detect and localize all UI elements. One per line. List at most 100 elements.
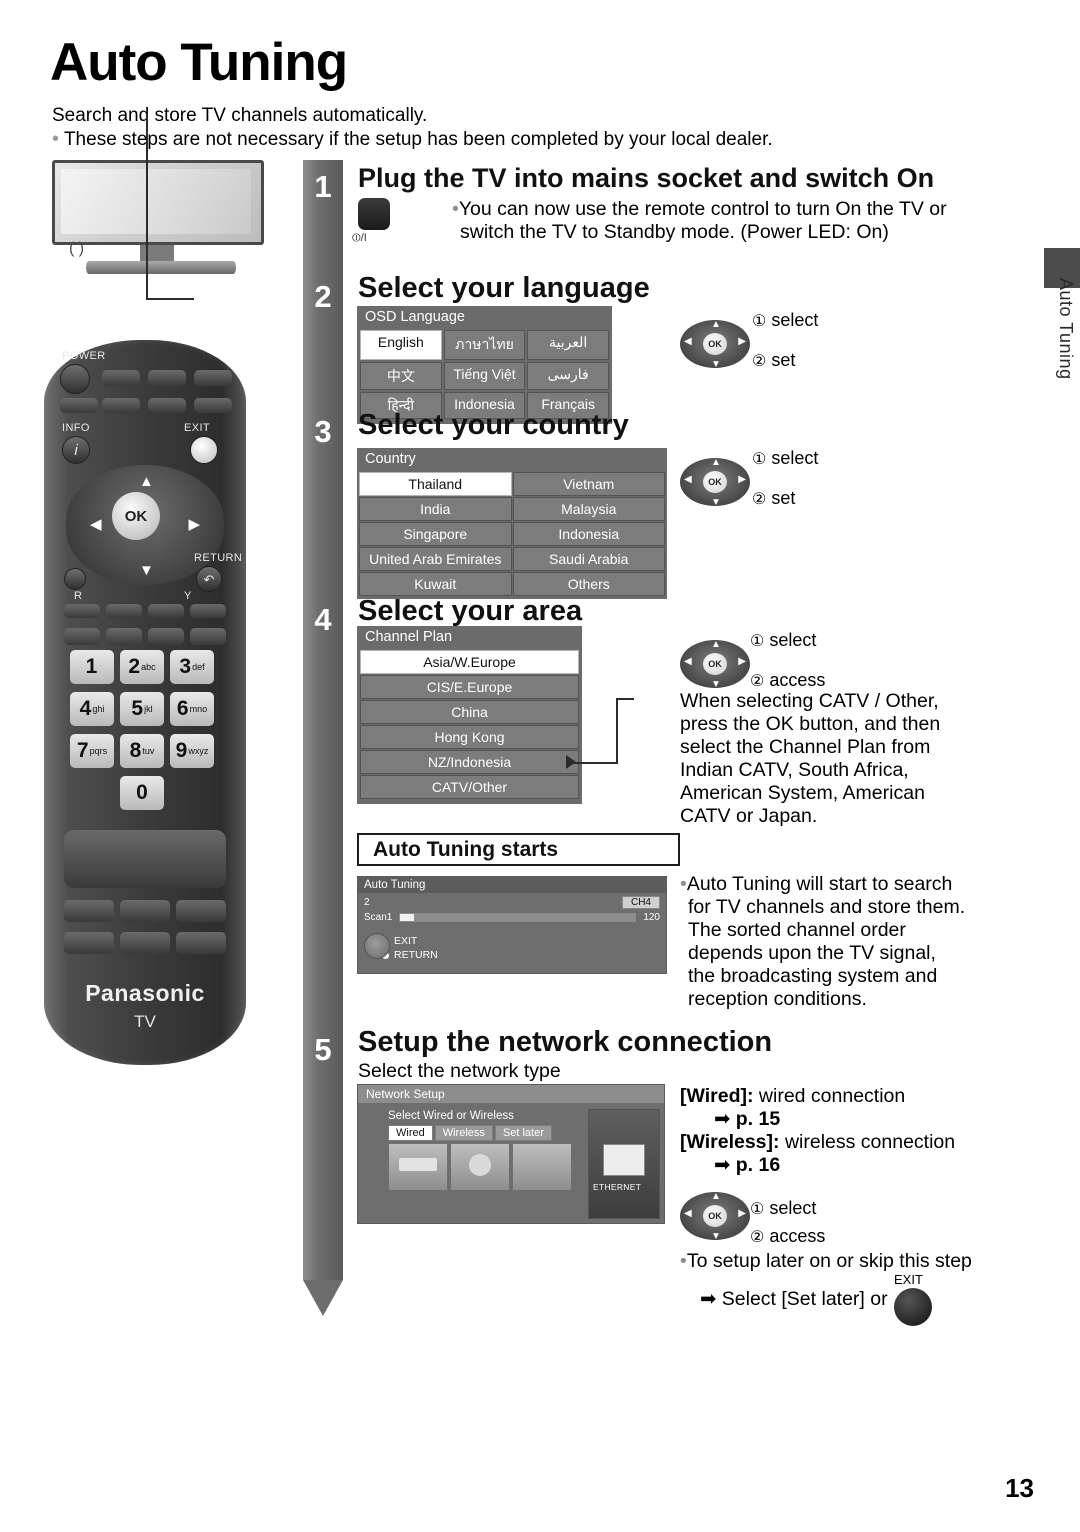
navpad-step4-access: ② access	[750, 670, 825, 691]
dpad-right-icon[interactable]: ▶	[188, 515, 200, 533]
navpad-ok-step5[interactable]: OK	[703, 1205, 727, 1227]
navpad-right-icon[interactable]: ▶	[738, 1208, 746, 1219]
remote-key-e[interactable]	[102, 398, 140, 413]
osd-country-option[interactable]: Vietnam	[512, 472, 665, 496]
remote-key-bl[interactable]	[190, 604, 226, 618]
navpad-down-icon[interactable]: ▼	[711, 1231, 721, 1242]
remote-key-p[interactable]	[120, 932, 170, 954]
osd-language-option[interactable]: فارسی	[527, 362, 609, 390]
navpad-step5[interactable]: ▲ ▼ ◀ ▶ OK	[680, 1191, 750, 1242]
osd-language-option[interactable]: 中文	[360, 362, 442, 390]
remote-key-h[interactable]	[64, 628, 100, 645]
osd-language-option[interactable]: العربية	[527, 330, 609, 360]
osd-country-option[interactable]: Saudi Arabia	[512, 547, 665, 571]
network-tab-wired[interactable]: Wired	[388, 1125, 433, 1141]
step-number-4: 4	[314, 602, 332, 637]
numkey-8[interactable]: 8 tuv	[120, 734, 164, 768]
navpad-up-icon[interactable]: ▲	[711, 457, 721, 468]
navpad-down-icon[interactable]: ▼	[711, 497, 721, 508]
numkey-0[interactable]: 0	[120, 776, 164, 810]
osd-channel-plan-option[interactable]: CIS/E.Europe	[360, 675, 579, 699]
auto-tuning-key-return-label: RETURN	[394, 949, 438, 961]
navpad-down-icon[interactable]: ▼	[711, 679, 721, 690]
remote-key-g[interactable]	[194, 398, 232, 413]
remote-small-button[interactable]	[64, 568, 86, 590]
navpad-right-icon[interactable]: ▶	[738, 336, 746, 347]
remote-big-key[interactable]	[64, 830, 226, 888]
network-tab-set-later[interactable]: Set later	[494, 1125, 552, 1141]
osd-country-option[interactable]: Thailand	[359, 472, 512, 496]
remote-key-k[interactable]	[190, 628, 226, 645]
numkey-1[interactable]: 1	[70, 650, 114, 684]
numkey-5[interactable]: 5 jkl	[120, 692, 164, 726]
numkey-3[interactable]: 3 def	[170, 650, 214, 684]
navpad-step2[interactable]: ▲ ▼ ◀ ▶ OK	[680, 319, 750, 370]
bullet-glyph: •	[52, 128, 60, 150]
remote-key-i[interactable]	[106, 628, 142, 645]
navpad-up-icon[interactable]: ▲	[711, 639, 721, 650]
remote-key-c[interactable]	[194, 370, 232, 386]
osd-language-option[interactable]: Tiếng Việt	[443, 362, 526, 390]
osd-channel-plan-option[interactable]: Asia/W.Europe	[360, 650, 579, 674]
wireless-note: [Wireless]: wireless connection	[680, 1131, 1040, 1154]
remote-key-r[interactable]	[64, 604, 100, 618]
remote-key-g2[interactable]	[106, 604, 142, 618]
osd-country-option[interactable]: Others	[512, 572, 665, 596]
remote-key-y[interactable]	[148, 604, 184, 618]
numkey-4[interactable]: 4 ghi	[70, 692, 114, 726]
osd-language-option[interactable]: English	[360, 330, 442, 360]
numkey-9[interactable]: 9 wxyz	[170, 734, 214, 768]
osd-country-option[interactable]: Kuwait	[359, 572, 512, 596]
navpad-right-icon[interactable]: ▶	[738, 656, 746, 667]
navpad-up-icon[interactable]: ▲	[711, 1191, 721, 1202]
navpad-left-icon[interactable]: ◀	[684, 656, 692, 667]
navpad-ok-step2[interactable]: OK	[703, 333, 727, 355]
exit-button-icon[interactable]	[894, 1288, 932, 1326]
remote-info-button[interactable]: i	[62, 436, 90, 464]
remote-key-f[interactable]	[148, 398, 186, 413]
navpad-step4[interactable]: ▲ ▼ ◀ ▶ OK	[680, 639, 750, 690]
osd-country-option[interactable]: Indonesia	[512, 522, 665, 546]
navpad-left-icon[interactable]: ◀	[684, 1208, 692, 1219]
osd-country-option[interactable]: Malaysia	[512, 497, 665, 521]
numkey-2[interactable]: 2 abc	[120, 650, 164, 684]
remote-key-n[interactable]	[176, 900, 226, 922]
osd-country-option[interactable]: United Arab Emirates	[359, 547, 512, 571]
navpad-up-icon[interactable]: ▲	[711, 319, 721, 330]
auto-tuning-note-line: the broadcasting system and	[688, 965, 938, 987]
numkey-6[interactable]: 6 mno	[170, 692, 214, 726]
osd-channel-plan-option[interactable]: NZ/Indonesia	[360, 750, 579, 774]
remote-key-l[interactable]	[64, 900, 114, 922]
remote-key-q[interactable]	[176, 932, 226, 954]
navpad-step3[interactable]: ▲ ▼ ◀ ▶ OK	[680, 457, 750, 508]
dpad-left-icon[interactable]: ◀	[90, 515, 102, 533]
navpad-ok-step3[interactable]: OK	[703, 471, 727, 493]
navpad-right-icon[interactable]: ▶	[738, 474, 746, 485]
navpad-down-icon[interactable]: ▼	[711, 359, 721, 370]
numkey-7[interactable]: 7 pqrs	[70, 734, 114, 768]
navpad-ok-step4[interactable]: OK	[703, 653, 727, 675]
dpad-down-icon[interactable]: ▼	[139, 562, 154, 579]
dpad-up-icon[interactable]: ▲	[139, 473, 154, 490]
remote-power-button[interactable]	[60, 364, 90, 394]
remote-exit-button[interactable]	[190, 436, 218, 464]
catv-callout-line-h	[574, 762, 616, 764]
remote-key-b[interactable]	[148, 370, 186, 386]
remote-key-o[interactable]	[64, 932, 114, 954]
osd-country-option[interactable]: India	[359, 497, 512, 521]
remote-key-d[interactable]	[60, 398, 98, 413]
navpad-left-icon[interactable]: ◀	[684, 474, 692, 485]
remote-return-button[interactable]: ↶	[196, 566, 222, 592]
osd-language-option[interactable]: ภาษาไทย	[443, 330, 526, 360]
remote-key-a[interactable]	[102, 370, 140, 386]
osd-channel-plan-option[interactable]: CATV/Other	[360, 775, 579, 799]
osd-channel-plan-option[interactable]: China	[360, 700, 579, 724]
remote-key-j[interactable]	[148, 628, 184, 645]
remote-key-m[interactable]	[120, 900, 170, 922]
remote-ok-button[interactable]: OK	[112, 492, 160, 540]
wireless-page-ref: ➡ p. 16	[714, 1154, 1040, 1177]
navpad-left-icon[interactable]: ◀	[684, 336, 692, 347]
osd-country-option[interactable]: Singapore	[359, 522, 512, 546]
osd-channel-plan-option[interactable]: Hong Kong	[360, 725, 579, 749]
network-tab-wireless[interactable]: Wireless	[434, 1125, 493, 1141]
